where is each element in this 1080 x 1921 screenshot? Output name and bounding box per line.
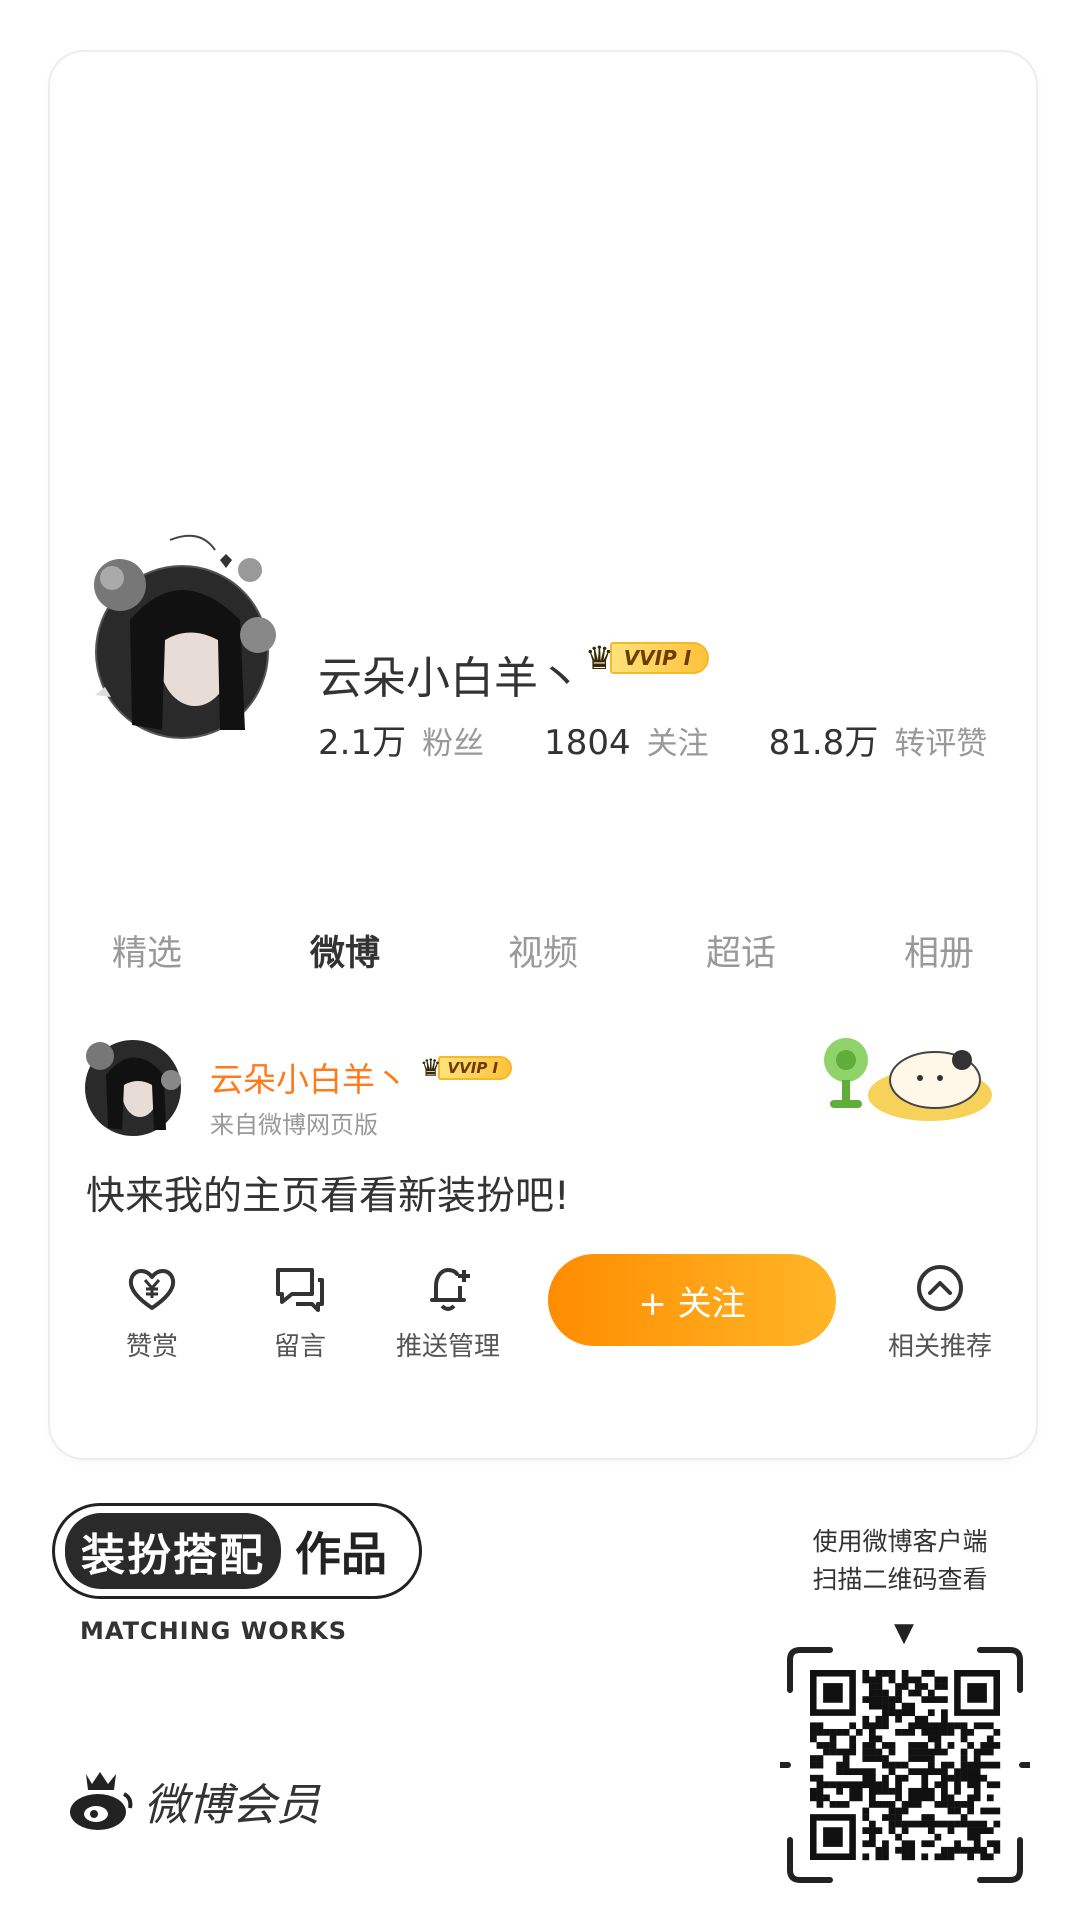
matching-works-english: MATCHING WORKS — [80, 1617, 347, 1645]
engagement-label: 转评赞 — [894, 726, 988, 762]
card-decoration-sticker — [824, 1038, 992, 1121]
qr-instructions: 使用微博客户端 扫描二维码查看 — [770, 1523, 1030, 1599]
related-recommend-label: 相关推荐 — [887, 1332, 992, 1362]
matching-works-title: 装扮搭配 — [65, 1513, 281, 1589]
qr-line-2: 扫描二维码查看 — [812, 1565, 988, 1594]
followers-label[interactable]: 粉丝 — [422, 718, 484, 763]
comment-action[interactable]: 留言 — [230, 1260, 370, 1363]
engagement-count: 81.8万 — [768, 723, 879, 763]
following-count[interactable]: 1804 — [544, 723, 631, 763]
weibo-vip-brand: 微博会员 — [66, 1768, 320, 1834]
tab-supertopic[interactable]: 超话 — [642, 925, 840, 976]
profile-avatar[interactable] — [70, 530, 290, 760]
matching-works-badge: 装扮搭配 作品 — [52, 1503, 422, 1599]
push-settings-label: 推送管理 — [395, 1332, 500, 1362]
related-recommend-action[interactable]: 相关推荐 — [870, 1260, 1010, 1363]
post-source: 来自微博网页版 — [210, 1111, 378, 1139]
following-label[interactable]: 关注 — [647, 718, 709, 763]
crown-icon: ♛ — [420, 1054, 442, 1082]
post-author-name[interactable]: 云朵小白羊丶 — [210, 1053, 408, 1101]
weibo-vip-text: 微博会员 — [144, 1780, 320, 1831]
post-text: 快来我的主页看看新装扮吧! — [86, 1174, 570, 1219]
follow-button[interactable]: + 关注 — [548, 1254, 836, 1346]
reward-action[interactable]: 赞赏 — [82, 1260, 222, 1363]
chevron-up-circle-icon — [917, 1265, 963, 1311]
tab-featured[interactable]: 精选 — [48, 925, 246, 976]
push-settings-action[interactable]: 推送管理 — [378, 1260, 518, 1363]
profile-name: 云朵小白羊丶 — [318, 653, 582, 704]
weibo-logo-icon — [70, 1772, 133, 1830]
vvip-label: VVIP I — [609, 642, 710, 674]
post-avatar[interactable] — [76, 1030, 186, 1140]
reward-label: 赞赏 — [125, 1332, 178, 1362]
tab-video[interactable]: 视频 — [444, 925, 642, 976]
profile-tabs: 精选 微博 视频 超话 相册 — [48, 925, 1038, 976]
vvip-badge[interactable]: ♛ VVIP I — [585, 639, 710, 677]
qr-code[interactable] — [780, 1640, 1030, 1890]
comment-label: 留言 — [273, 1332, 326, 1362]
matching-works-suffix: 作品 — [295, 1527, 387, 1581]
qr-line-1: 使用微博客户端 — [812, 1527, 988, 1556]
profile-stats: 2.1万 粉丝 1804 关注 81.8万 转评赞 — [318, 715, 1047, 764]
post-vvip-badge[interactable]: ♛ VVIP I — [420, 1054, 513, 1082]
tab-weibo[interactable]: 微博 — [246, 925, 444, 976]
tab-album[interactable]: 相册 — [840, 925, 1038, 976]
heart-yen-icon — [128, 1269, 176, 1310]
message-icon — [276, 1268, 324, 1312]
crown-icon: ♛ — [585, 639, 614, 677]
bell-plus-icon — [430, 1267, 470, 1311]
post-vvip-label: VVIP I — [437, 1056, 513, 1080]
followers-count[interactable]: 2.1万 — [318, 715, 406, 764]
